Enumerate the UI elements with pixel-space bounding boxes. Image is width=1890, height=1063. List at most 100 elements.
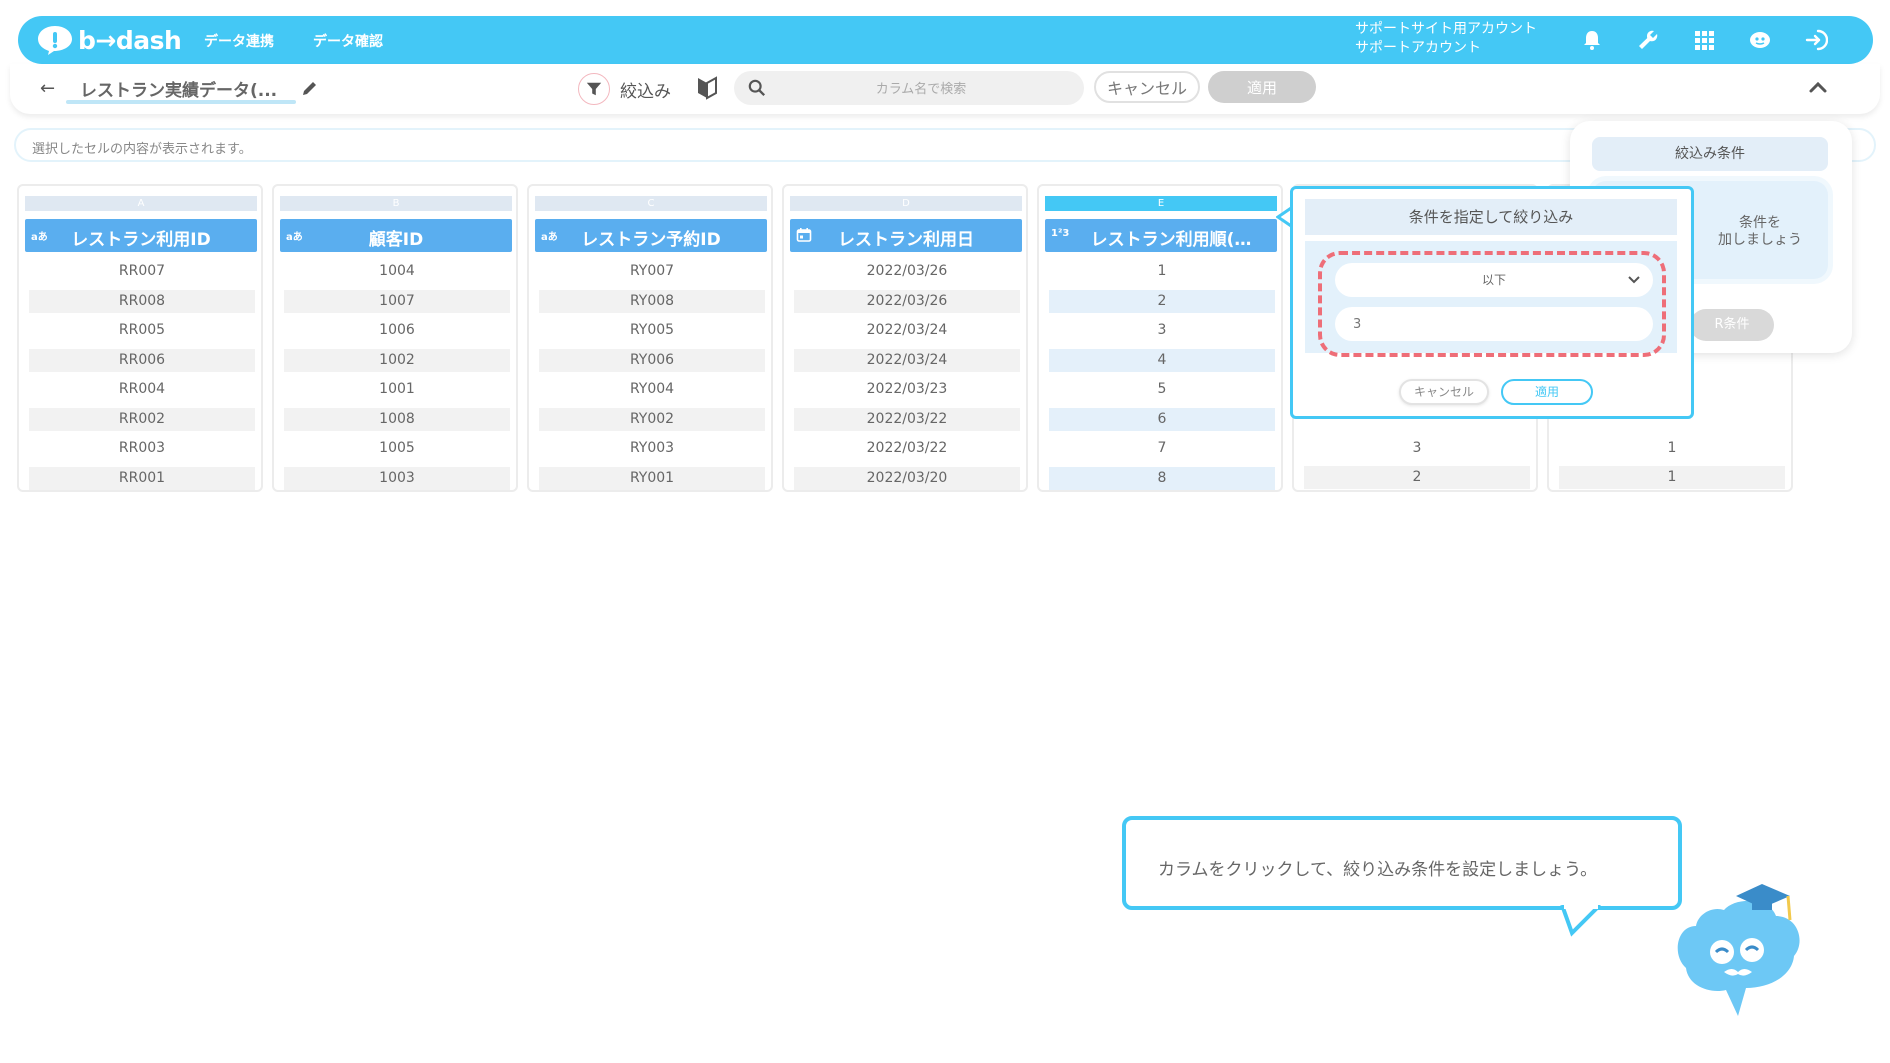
chevron-up-icon[interactable] <box>1806 76 1830 100</box>
speech-bubble-tail <box>1560 905 1602 937</box>
table-cell[interactable]: 2022/03/20 <box>794 466 1020 490</box>
table-cell[interactable]: RR001 <box>29 466 255 490</box>
table-cell[interactable]: RY002 <box>539 407 765 431</box>
hint-text: カラムをクリックして、絞り込み条件を設定しましょう。 <box>1158 860 1598 880</box>
mascot-chat-icon[interactable] <box>1744 24 1776 56</box>
table-cell[interactable]: 5 <box>1049 378 1275 401</box>
table-cell[interactable]: 2 <box>1304 466 1530 489</box>
column-search-input[interactable] <box>774 71 1068 107</box>
title-underline <box>66 100 296 104</box>
popup-cancel-button[interactable]: キャンセル <box>1399 379 1489 405</box>
table-cell[interactable]: 2022/03/24 <box>794 319 1020 342</box>
table-cell[interactable]: 3 <box>1049 319 1275 342</box>
sheet-title[interactable]: レストラン実績データ(... <box>80 76 277 101</box>
column-header[interactable]: 1²3 レストラン利用順(… <box>1045 219 1277 252</box>
table-cell[interactable]: RR008 <box>29 289 255 313</box>
table-cell[interactable]: RY006 <box>539 348 765 372</box>
table-cell[interactable]: 6 <box>1049 407 1275 431</box>
sheet-toolbar: ← レストラン実績データ(... 絞込み キャンセル 適用 <box>10 64 1880 114</box>
column-letter[interactable]: C <box>535 196 767 211</box>
table-cell[interactable]: RR004 <box>29 378 255 401</box>
popup-apply-button[interactable]: 適用 <box>1501 379 1593 405</box>
table-cell[interactable]: 2022/03/22 <box>794 437 1020 460</box>
column-name: レストラン利用ID <box>71 230 211 250</box>
back-arrow-icon[interactable]: ← <box>40 78 55 99</box>
nav-data-check[interactable]: データ確認 <box>313 31 383 51</box>
table-cell[interactable]: 2 <box>1049 289 1275 313</box>
table-cell[interactable]: RR003 <box>29 437 255 460</box>
table-cell[interactable]: 4 <box>1049 348 1275 372</box>
logout-icon[interactable] <box>1800 24 1832 56</box>
cancel-button[interactable]: キャンセル <box>1094 71 1200 103</box>
table-cell[interactable]: 2022/03/26 <box>794 289 1020 313</box>
mascot-character-icon <box>1677 884 1800 1016</box>
table-cell[interactable]: 7 <box>1049 437 1275 460</box>
table-cell[interactable]: 1007 <box>284 289 510 313</box>
account-user-name: サポートアカウント <box>1355 40 1481 56</box>
table-cell[interactable]: 1008 <box>284 407 510 431</box>
nav-data-link[interactable]: データ連携 <box>204 31 274 51</box>
logo-text: b→dash <box>78 25 182 55</box>
table-cell[interactable]: 1002 <box>284 348 510 372</box>
column-header[interactable]: aあ レストラン予約ID <box>535 219 767 252</box>
table-cell[interactable]: 2022/03/23 <box>794 378 1020 401</box>
column-name: レストラン利用日 <box>838 230 974 250</box>
table-cell[interactable]: RY004 <box>539 378 765 401</box>
column-letter[interactable]: A <box>25 196 257 211</box>
table-cell[interactable]: RR002 <box>29 407 255 431</box>
column-a[interactable]: A aあ レストラン利用ID RR007 RR008 RR005 RR006 R… <box>17 184 263 492</box>
table-cell[interactable]: 2022/03/24 <box>794 348 1020 372</box>
table-cell[interactable]: RY008 <box>539 289 765 313</box>
table-cell[interactable]: 8 <box>1049 466 1275 490</box>
table-cell[interactable]: RY007 <box>539 260 765 283</box>
column-name: レストラン予約ID <box>581 230 721 250</box>
or-condition-button[interactable]: R条件 <box>1690 309 1774 341</box>
table-cell[interactable]: 1 <box>1049 260 1275 283</box>
column-letter[interactable]: B <box>280 196 512 211</box>
column-b[interactable]: B aあ 顧客ID 1004 1007 1006 1002 1001 1008 … <box>272 184 518 492</box>
column-header[interactable]: aあ レストラン利用ID <box>25 219 257 252</box>
column-header[interactable]: aあ 顧客ID <box>280 219 512 252</box>
table-cell[interactable]: RR006 <box>29 348 255 372</box>
table-cell[interactable]: 2022/03/22 <box>794 407 1020 431</box>
table-cell[interactable]: 1003 <box>284 466 510 490</box>
account-info[interactable]: サポートサイト用アカウント サポートアカウント <box>1355 20 1537 58</box>
table-cell[interactable]: RY003 <box>539 437 765 460</box>
table-cell[interactable]: 1004 <box>284 260 510 283</box>
table-cell[interactable]: 2022/03/26 <box>794 260 1020 283</box>
column-e[interactable]: E 1²3 レストラン利用順(… 1 2 3 4 5 6 7 8 <box>1037 184 1283 492</box>
bell-icon[interactable] <box>1576 24 1608 56</box>
condition-filter-popup: 条件を指定して絞り込み 以下 キャンセル 適用 <box>1290 186 1694 419</box>
filter-label[interactable]: 絞込み <box>620 77 671 102</box>
table-cell[interactable]: 3 <box>1304 437 1530 460</box>
add-condition-text: 条件を 加しましょう <box>1718 215 1802 248</box>
table-cell[interactable]: 1001 <box>284 378 510 401</box>
cell-content-placeholder: 選択したセルの内容が表示されます。 <box>32 142 252 157</box>
table-cell[interactable]: 1 <box>1559 437 1785 460</box>
table-cell[interactable]: RY005 <box>539 319 765 342</box>
beginner-mark-icon[interactable] <box>696 76 718 100</box>
table-cell[interactable]: 1006 <box>284 319 510 342</box>
table-cell[interactable]: RY001 <box>539 466 765 490</box>
column-letter[interactable]: E <box>1045 196 1277 211</box>
pencil-icon[interactable] <box>300 78 320 98</box>
apps-grid-icon[interactable] <box>1688 24 1720 56</box>
filter-conditions-title: 絞込み条件 <box>1592 137 1828 171</box>
column-name: レストラン利用順(… <box>1090 230 1252 250</box>
column-d[interactable]: D レストラン利用日 2022/03/26 2022/03/26 2022/03… <box>782 184 1028 492</box>
search-icon <box>748 79 766 97</box>
table-cell[interactable]: 1005 <box>284 437 510 460</box>
table-cell[interactable]: RR005 <box>29 319 255 342</box>
column-letter[interactable]: D <box>790 196 1022 211</box>
logo-bubble-icon <box>38 26 72 55</box>
bdash-logo[interactable]: b→dash <box>36 22 182 58</box>
filter-icon[interactable] <box>578 73 610 105</box>
wrench-icon[interactable] <box>1632 24 1664 56</box>
apply-button[interactable]: 適用 <box>1208 71 1316 103</box>
table-cell[interactable]: 1 <box>1559 466 1785 489</box>
table-cell[interactable]: RR007 <box>29 260 255 283</box>
column-search-box <box>734 71 1084 107</box>
column-header[interactable]: レストラン利用日 <box>790 219 1022 252</box>
column-c[interactable]: C aあ レストラン予約ID RY007 RY008 RY005 RY006 R… <box>527 184 773 492</box>
top-header: b→dash データ連携 データ確認 サポートサイト用アカウント サポートアカウ… <box>18 16 1873 64</box>
